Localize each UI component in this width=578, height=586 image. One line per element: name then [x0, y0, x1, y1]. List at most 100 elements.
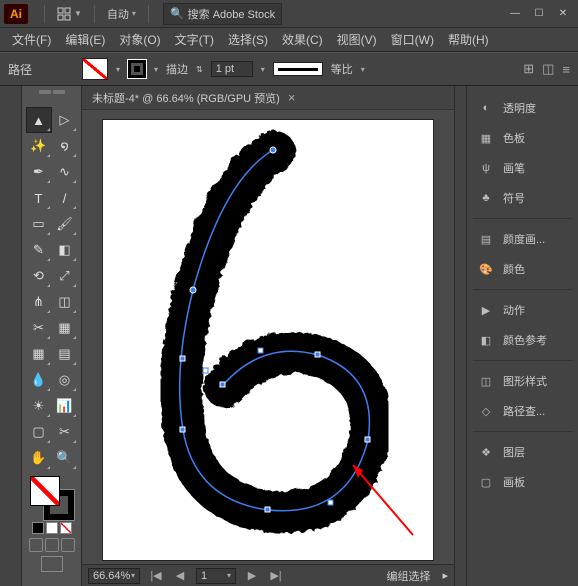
none-mode-button[interactable] — [60, 522, 72, 534]
menu-help[interactable]: 帮助(H) — [442, 29, 495, 50]
panel-layers[interactable]: ❖图层 — [471, 438, 574, 466]
menu-window[interactable]: 窗口(W) — [385, 29, 440, 50]
first-artboard-button[interactable]: |◀ — [148, 569, 164, 582]
panel-graphicstyles[interactable]: ◫图形样式 — [471, 367, 574, 395]
arrange-docs-button[interactable]: ▼ — [51, 5, 88, 23]
tool-direct[interactable]: ▷ — [53, 108, 77, 132]
panel-label: 色板 — [503, 130, 525, 146]
tool-width[interactable]: ⋔ — [27, 290, 51, 314]
panel-label: 颜色 — [503, 261, 525, 277]
brushes-icon: ψ — [477, 159, 495, 177]
stroke-weight-input[interactable] — [211, 61, 253, 77]
zoom-input[interactable]: 66.64%▾ — [88, 568, 140, 584]
align-button[interactable]: ⊞ — [523, 61, 534, 77]
actions-icon: ▶ — [477, 301, 495, 319]
layers-icon: ❖ — [477, 443, 495, 461]
artwork-number-6[interactable] — [103, 120, 433, 560]
stroke-swatch[interactable] — [128, 60, 146, 78]
tool-shapebuild[interactable]: ✂ — [27, 316, 51, 340]
panel-label: 颜度画... — [503, 231, 545, 247]
menu-effect[interactable]: 效果(C) — [276, 29, 329, 50]
panel-label: 路径查... — [503, 403, 545, 419]
fill-stroke-control[interactable] — [30, 476, 74, 520]
close-tab-button[interactable]: × — [288, 90, 296, 105]
tool-brush[interactable]: 🖌 — [53, 212, 77, 236]
draw-behind-button[interactable] — [45, 538, 59, 552]
tool-symbol[interactable]: ☀ — [27, 394, 51, 418]
draw-normal-button[interactable] — [29, 538, 43, 552]
tool-lasso[interactable]: ໑ — [53, 134, 77, 158]
panel-symbols[interactable]: ♣符号 — [471, 184, 574, 212]
artboards-icon: ▢ — [477, 473, 495, 491]
panel-label: 图形样式 — [503, 373, 547, 389]
panel-swatches[interactable]: ▦ 色板 — [471, 124, 574, 152]
fill-dropdown[interactable]: ▾ — [116, 65, 120, 74]
stroke-dropdown[interactable]: ▾ — [154, 65, 158, 74]
panel-label: 画笔 — [503, 160, 525, 176]
fill-swatch[interactable] — [82, 58, 108, 80]
panel-colorguide[interactable]: ◧颜色参考 — [471, 326, 574, 354]
shape-button[interactable]: ◫ — [542, 61, 554, 77]
next-artboard-button[interactable]: ▶ — [244, 569, 260, 582]
panel-color[interactable]: 🎨颜色 — [471, 255, 574, 283]
tool-eyedrop[interactable]: 💧 — [27, 368, 51, 392]
menu-type[interactable]: 文字(T) — [169, 29, 220, 50]
document-tab-title[interactable]: 未标题-4* @ 66.64% (RGB/GPU 预览) — [92, 90, 280, 106]
stock-search-input[interactable]: 🔍 搜索 Adobe Stock — [163, 3, 282, 25]
last-artboard-button[interactable]: ▶| — [268, 569, 284, 582]
prev-artboard-button[interactable]: ◀ — [172, 569, 188, 582]
tool-pen[interactable]: ✒ — [27, 160, 51, 184]
selection-status-label: 编组选择 — [386, 568, 430, 584]
colorguide-icon: ◧ — [477, 331, 495, 349]
tool-type[interactable]: T — [27, 186, 51, 210]
tool-persp[interactable]: ▦ — [53, 316, 77, 340]
tool-gradient[interactable]: ▤ — [53, 342, 77, 366]
tool-scale[interactable]: ⤢ — [53, 264, 77, 288]
maximize-button[interactable]: ☐ — [528, 5, 550, 23]
tool-eraser[interactable]: ◧ — [53, 238, 77, 262]
tool-rect[interactable]: ▭ — [27, 212, 51, 236]
tool-rotate[interactable]: ⟲ — [27, 264, 51, 288]
panel-actions[interactable]: ▶ 动作 — [471, 296, 574, 324]
minimize-button[interactable]: — — [504, 5, 526, 23]
tool-wand[interactable]: ✨ — [27, 134, 51, 158]
screen-mode-button[interactable] — [41, 556, 63, 572]
workspace-label: 自动 — [107, 6, 129, 22]
menu-view[interactable]: 视图(V) — [331, 29, 383, 50]
tool-line[interactable]: / — [53, 186, 77, 210]
tool-pencil[interactable]: ✎ — [27, 238, 51, 262]
fill-box[interactable] — [30, 476, 60, 506]
close-button[interactable]: ✕ — [552, 5, 574, 23]
artboard-canvas[interactable] — [103, 120, 433, 560]
artboard-number-input[interactable]: 1▾ — [196, 568, 236, 584]
menu-select[interactable]: 选择(S) — [222, 29, 274, 50]
menu-file[interactable]: 文件(F) — [6, 29, 57, 50]
color-mode-button[interactable] — [32, 522, 44, 534]
panel-pathfinder[interactable]: ◇路径查... — [471, 397, 574, 425]
tool-artboard[interactable]: ▢ — [27, 420, 51, 444]
tool-graph[interactable]: 📊 — [53, 394, 77, 418]
panel-transparency[interactable]: ◐透明度 — [471, 94, 574, 122]
tool-free[interactable]: ◫ — [53, 290, 77, 314]
panel-gradient[interactable]: ▤颜度画... — [471, 225, 574, 253]
tool-curve[interactable]: ∿ — [53, 160, 77, 184]
tool-hand[interactable]: ✋ — [27, 446, 51, 470]
tool-mesh[interactable]: ▦ — [27, 342, 51, 366]
tool-zoom[interactable]: 🔍 — [53, 446, 77, 470]
app-logo: Ai — [4, 4, 28, 24]
transform-button[interactable]: ≡ — [562, 62, 570, 77]
tool-blend[interactable]: ◎ — [53, 368, 77, 392]
brush-preview[interactable] — [273, 62, 323, 76]
swatches-icon: ▦ — [477, 129, 495, 147]
menu-edit[interactable]: 编辑(E) — [59, 29, 111, 50]
gradient-mode-button[interactable] — [46, 522, 58, 534]
menu-object[interactable]: 对象(O) — [113, 29, 166, 50]
panel-label: 透明度 — [503, 100, 536, 116]
panel-brushes[interactable]: ψ 画笔 — [471, 154, 574, 182]
panel-label: 动作 — [503, 302, 525, 318]
tool-slice[interactable]: ✂ — [53, 420, 77, 444]
tool-selection[interactable]: ▲ — [27, 108, 51, 132]
workspace-switcher[interactable]: 自动 ▾ — [101, 4, 142, 24]
draw-inside-button[interactable] — [61, 538, 75, 552]
panel-artboards[interactable]: ▢画板 — [471, 468, 574, 496]
